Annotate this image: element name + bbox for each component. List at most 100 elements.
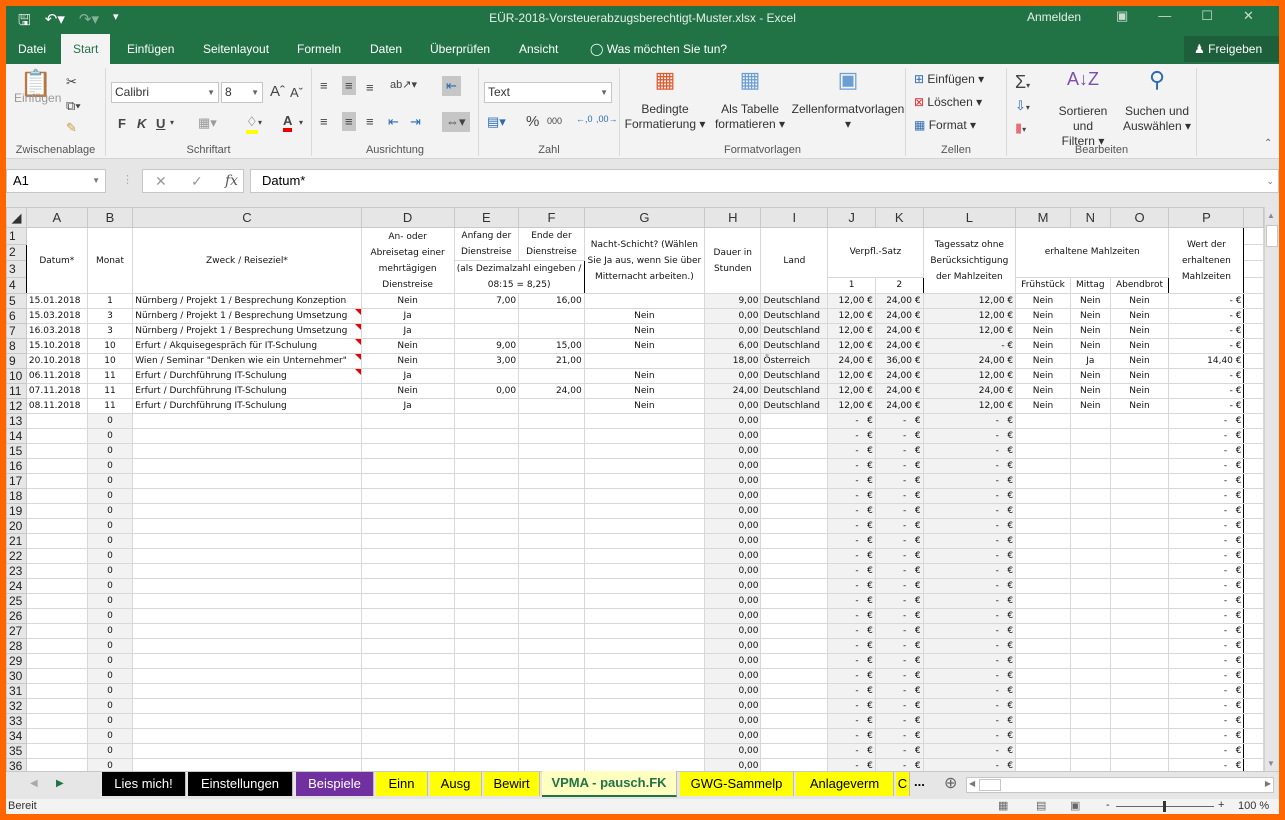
cell-end[interactable]: 16,00	[518, 293, 585, 309]
insert-function-icon[interactable]: fx	[225, 170, 238, 192]
cell-duration[interactable]: 0,00	[704, 668, 762, 684]
bold-button[interactable]: F	[118, 116, 126, 131]
cell-duration[interactable]: 0,00	[704, 308, 762, 324]
cell-rate-2[interactable]: 24,00 €	[874, 308, 924, 324]
cell-date[interactable]: 07.11.2018	[25, 383, 88, 399]
align-top-icon[interactable]: ≡	[320, 78, 328, 93]
cell-euro[interactable]: - €	[827, 608, 876, 624]
cell-travel-day[interactable]: Ja	[360, 323, 455, 339]
cell-meal-value[interactable]: - €	[1168, 578, 1245, 594]
cell-duration[interactable]: 0,00	[704, 398, 762, 414]
cell-month[interactable]: 0	[86, 548, 134, 564]
cell-euro[interactable]: - €	[827, 713, 876, 729]
cell[interactable]	[1243, 443, 1264, 459]
cell[interactable]	[518, 683, 585, 699]
cell[interactable]	[518, 518, 585, 534]
cell[interactable]	[518, 743, 585, 759]
cell-country[interactable]	[760, 473, 829, 489]
sheet-tab[interactable]: VPMA - pausch.FK	[542, 771, 677, 797]
cell[interactable]	[518, 413, 585, 429]
cell[interactable]	[1015, 578, 1071, 594]
cell[interactable]	[1069, 728, 1111, 744]
cell[interactable]	[583, 653, 706, 669]
hscroll-thumb[interactable]	[979, 779, 1001, 791]
cell-date[interactable]: 20.10.2018	[25, 353, 88, 369]
align-right-icon[interactable]: ≡	[366, 114, 374, 129]
cell-euro[interactable]: - €	[874, 473, 924, 489]
cell[interactable]	[1109, 533, 1170, 549]
add-sheet-icon[interactable]: ⊕	[944, 773, 957, 793]
cell[interactable]	[360, 668, 455, 684]
cell-country[interactable]	[760, 653, 829, 669]
cell[interactable]	[583, 563, 706, 579]
cell-euro[interactable]: - €	[874, 458, 924, 474]
cell-month[interactable]: 0	[86, 458, 134, 474]
cell-date[interactable]: 16.03.2018	[25, 323, 88, 339]
cell[interactable]	[360, 698, 455, 714]
cell[interactable]	[1109, 563, 1170, 579]
cell[interactable]	[518, 503, 585, 519]
sheet-tab[interactable]: Bewirt	[484, 772, 540, 796]
column-header-F[interactable]: F	[518, 207, 585, 228]
column-header-J[interactable]: J	[827, 207, 876, 228]
cell[interactable]	[1015, 518, 1071, 534]
row-header[interactable]: 24	[6, 578, 27, 594]
cell-euro[interactable]: - €	[874, 668, 924, 684]
cell[interactable]	[1243, 683, 1264, 699]
cell-euro[interactable]: - €	[874, 518, 924, 534]
font-color-dropdown-icon[interactable]: ▾	[299, 118, 303, 127]
cell[interactable]	[1109, 473, 1170, 489]
expand-formula-icon[interactable]: ⌄	[1266, 170, 1274, 192]
cell-date[interactable]	[25, 488, 88, 504]
cell-duration[interactable]: 0,00	[704, 533, 762, 549]
row-header[interactable]: 18	[6, 488, 27, 504]
cell[interactable]	[453, 518, 520, 534]
cell-month[interactable]: 0	[86, 638, 134, 654]
cell-date[interactable]	[25, 608, 88, 624]
cell-euro[interactable]: - €	[922, 503, 1017, 519]
cell-rate-2[interactable]: 36,00 €	[874, 353, 924, 369]
cell-country[interactable]	[760, 533, 829, 549]
cell-meal-value[interactable]: - €	[1168, 413, 1245, 429]
cell-meal-value[interactable]: - €	[1168, 728, 1245, 744]
cell[interactable]	[518, 728, 585, 744]
decrease-indent-icon[interactable]: ⇤	[388, 114, 399, 130]
cell-meal-value[interactable]: - €	[1168, 668, 1245, 684]
cell[interactable]	[518, 473, 585, 489]
cell[interactable]	[1015, 548, 1071, 564]
cell[interactable]	[453, 638, 520, 654]
cell[interactable]	[360, 548, 455, 564]
header-b[interactable]: Monat	[86, 227, 134, 294]
row-header[interactable]: 36	[6, 758, 27, 771]
wrap-text-icon[interactable]: ⇤	[442, 76, 461, 96]
cell-month[interactable]: 11	[86, 398, 134, 414]
cell-date[interactable]	[25, 503, 88, 519]
cell-country[interactable]: Deutschland	[760, 293, 829, 309]
grow-font-icon[interactable]: Aˆ	[270, 83, 285, 100]
cell-meal-value[interactable]: - €	[1168, 563, 1245, 579]
cell[interactable]	[1015, 728, 1071, 744]
cell[interactable]	[583, 413, 706, 429]
decrease-decimal-icon[interactable]: ,00→	[596, 114, 618, 124]
cell[interactable]	[583, 608, 706, 624]
cell-purpose[interactable]: Nürnberg / Projekt 1 / Besprechung Konze…	[132, 293, 362, 309]
cell-end[interactable]	[518, 398, 585, 414]
cell-euro[interactable]: - €	[874, 608, 924, 624]
tab-start[interactable]: Start	[61, 34, 111, 64]
cell-dinner[interactable]: Nein	[1109, 383, 1170, 399]
cell-month[interactable]: 0	[86, 488, 134, 504]
cell-end[interactable]: 15,00	[518, 338, 585, 354]
cell-duration[interactable]: 0,00	[704, 623, 762, 639]
cell-country[interactable]: Deutschland	[760, 323, 829, 339]
cell-month[interactable]: 0	[86, 533, 134, 549]
cell[interactable]	[1069, 458, 1111, 474]
cell[interactable]	[1243, 758, 1264, 771]
cell[interactable]	[1243, 368, 1264, 384]
cell-euro[interactable]: - €	[874, 593, 924, 609]
scroll-down-icon[interactable]: ▼	[1267, 759, 1275, 768]
cell-date[interactable]	[25, 533, 88, 549]
cell-date[interactable]	[25, 638, 88, 654]
column-header-A[interactable]: A	[25, 207, 88, 228]
cell-meal-value[interactable]: - €	[1168, 308, 1245, 324]
cell[interactable]	[583, 578, 706, 594]
